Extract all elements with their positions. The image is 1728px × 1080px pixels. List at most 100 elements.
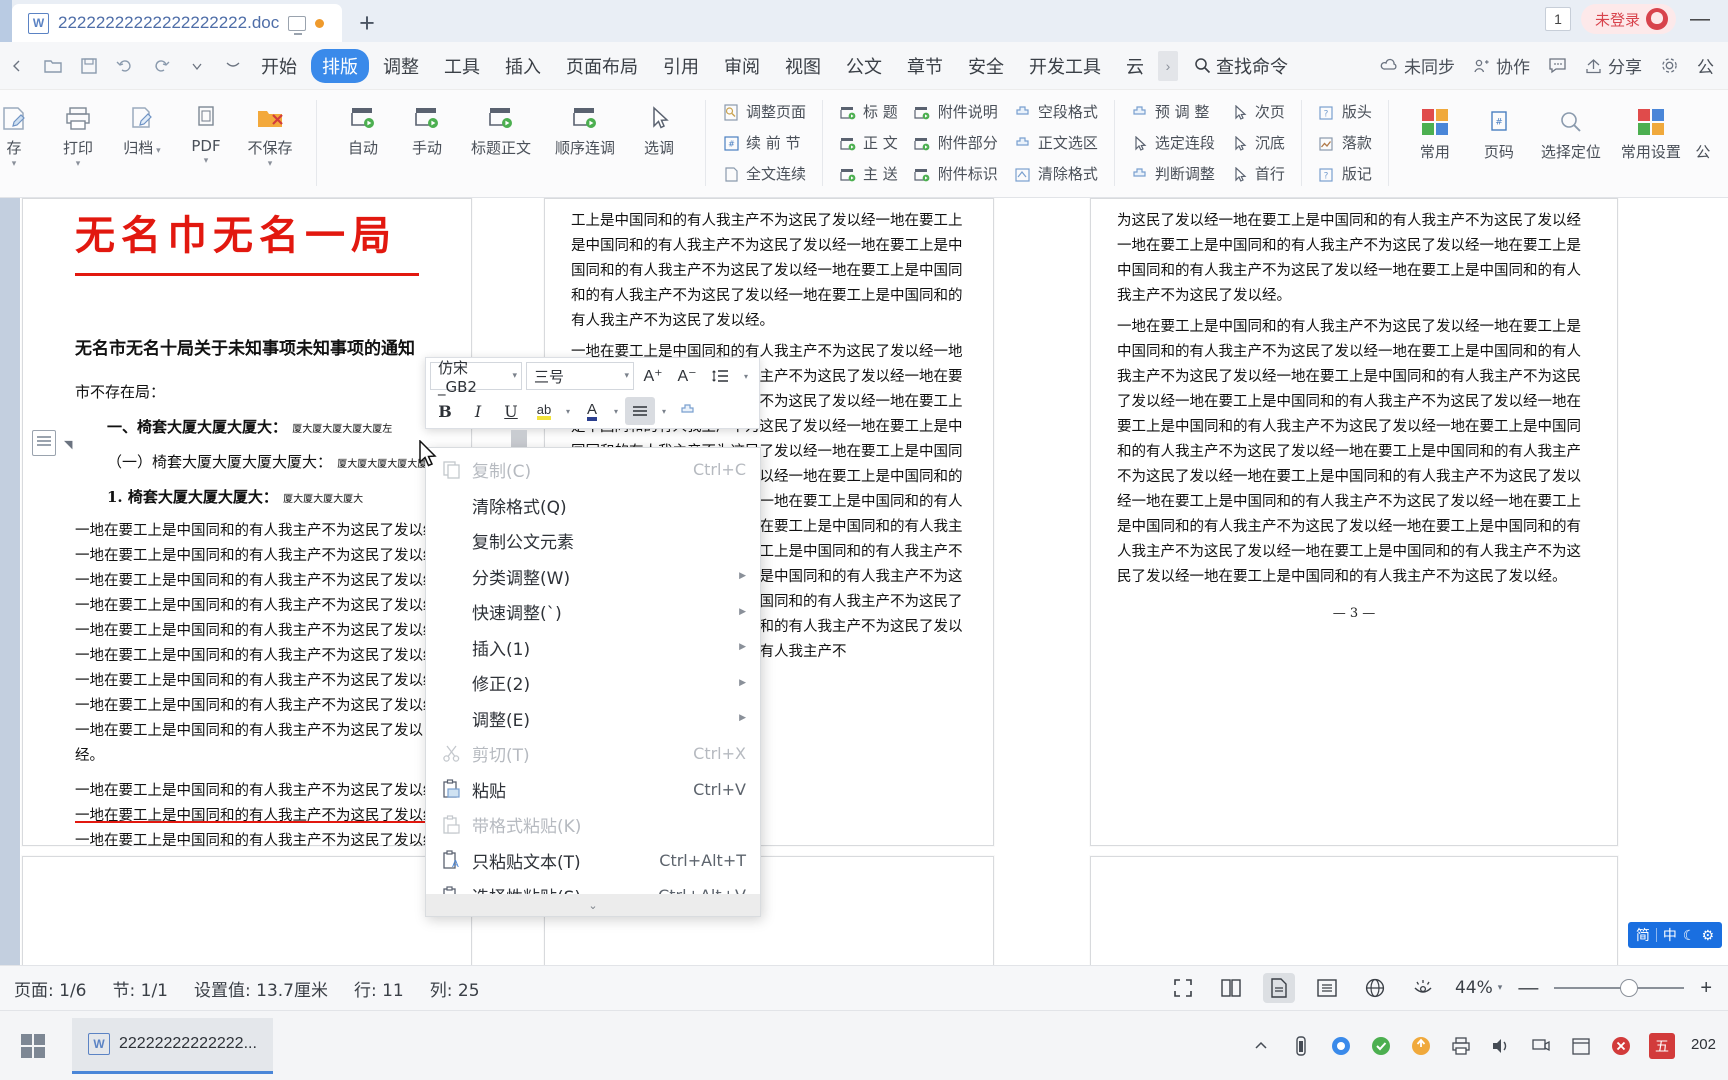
tab-tools[interactable]: 工具 [433,49,491,83]
ribbon-sink-bottom-button[interactable]: 沉底 [1225,129,1291,159]
navigation-pane-icon[interactable] [32,430,56,456]
status-col[interactable]: 列: 25 [430,976,480,1001]
ribbon-page-number-button[interactable]: # 页码 [1467,100,1531,162]
context-menu-item-quick-adjust[interactable]: 快速调整(`) ▶ [426,594,760,630]
font-color-button[interactable]: A [577,397,607,425]
align-button[interactable] [625,397,655,425]
underline-button[interactable]: U [496,397,526,425]
tab-reference[interactable]: 引用 [652,49,710,83]
document-page-4[interactable] [22,856,472,965]
ribbon-pick-adjust-button[interactable]: 选调 [627,96,691,158]
chevron-down-icon[interactable]: ▾ [740,372,752,381]
ribbon-first-line-button[interactable]: 首行 [1225,160,1291,190]
tabs-overflow-button[interactable]: › [1158,50,1178,81]
login-status-button[interactable]: 未登录 [1580,4,1676,34]
context-menu-item-paste-format[interactable]: 带格式粘贴(K) [426,807,760,843]
grow-font-button[interactable]: A⁺ [638,362,668,390]
context-menu-item-copy[interactable]: 复制(C) Ctrl+C [426,452,760,488]
chevron-left-icon[interactable] [0,49,34,83]
tab-developer[interactable]: 开发工具 [1018,49,1112,83]
tab-page-layout[interactable]: 页面布局 [555,49,649,83]
chevron-down-icon[interactable]: ▾ [562,407,574,416]
collaborate-button[interactable]: 协作 [1473,53,1530,78]
redo-icon[interactable] [144,49,178,83]
zoom-slider[interactable] [1554,979,1685,997]
customize-qa-icon[interactable] [216,49,250,83]
two-page-view-button[interactable] [1215,973,1247,1003]
context-menu-scroll-more[interactable]: ⌄ [426,894,760,916]
battery-icon[interactable] [1289,1034,1313,1058]
ime-settings-icon[interactable]: ⚙ [1701,927,1714,944]
ribbon-attachment-part-button[interactable]: 附件部分 [908,129,1004,159]
line-spacing-button[interactable] [706,362,736,390]
floating-format-toolbar[interactable]: 仿宋_GB2 ▾ 三号 ▾ A⁺ A⁻ ▾ B I U ab ▾ A ▾ ▾ [425,357,760,460]
ime-indicator[interactable]: 五 [1648,1032,1675,1059]
chevron-down-icon[interactable] [180,49,214,83]
chevron-down-icon[interactable]: ▾ [658,407,670,416]
comment-button[interactable] [1548,57,1567,74]
chevron-up-icon[interactable] [1249,1034,1273,1058]
network-icon[interactable] [1529,1034,1553,1058]
taskbar-app-wps[interactable]: W 22222222222222... [72,1017,273,1074]
tab-insert[interactable]: 插入 [494,49,552,83]
tab-view[interactable]: 视图 [774,49,832,83]
italic-button[interactable]: I [463,397,493,425]
windows-start-button[interactable] [0,1011,66,1080]
ribbon-save-button[interactable]: 存 ▾ [0,96,46,169]
document-page-1[interactable]: 无名巾无名一局 无名市无名十局关于未知事项未知事项的通知 市不存在局： 一、椅套… [22,198,472,924]
ribbon-select-locate-button[interactable]: 选择定位 [1531,100,1611,162]
tab-typeset[interactable]: 排版 [311,48,369,83]
ribbon-continue-section-button[interactable]: # 续 前 节 [716,129,812,159]
document-page-3[interactable]: 为这民了发以经一地在要工上是中国同和的有人我主产不为这民了发以经一地在要工上是中… [1090,198,1618,846]
ribbon-colophon-button[interactable]: ? 版记 [1312,160,1378,190]
sync-status-button[interactable]: 未同步 [1380,53,1455,78]
context-menu-item-cut[interactable]: 剪切(T) Ctrl+X [426,736,760,772]
find-command-button[interactable]: 查找命令 [1194,53,1288,79]
shield-icon[interactable] [1369,1034,1393,1058]
undo-icon[interactable] [108,49,142,83]
context-menu-item-clear-format[interactable]: 清除格式(Q) [426,488,760,524]
status-row[interactable]: 行: 11 [354,976,404,1001]
context-menu-item-fix[interactable]: 修正(2) ▶ [426,665,760,701]
ribbon-next-page-button[interactable]: 次页 [1225,98,1291,128]
tab-gongwen[interactable]: 公文 [835,49,893,83]
font-size-select[interactable]: 三号 ▾ [526,362,634,390]
save-icon[interactable] [72,49,106,83]
context-menu-item-paste[interactable]: 粘贴 Ctrl+V [426,772,760,808]
update-icon[interactable] [1409,1034,1433,1058]
zoom-in-button[interactable]: + [1700,977,1712,1000]
context-menu-item-copy-gongwen-element[interactable]: 复制公文元素 [426,523,760,559]
shrink-font-button[interactable]: A⁻ [672,362,702,390]
navigation-pane-caret-icon[interactable]: ◥ [64,438,72,451]
ribbon-archive-button[interactable]: 归档 ▾ [110,96,174,158]
calendar-icon[interactable] [1569,1034,1593,1058]
ribbon-title-body-button[interactable]: 标题正文 [459,96,543,158]
chevron-down-icon[interactable]: ▾ [268,160,273,169]
open-icon[interactable] [36,49,70,83]
font-family-select[interactable]: 仿宋_GB2 ▾ [430,359,522,396]
ribbon-clear-format-button[interactable]: 清除格式 [1008,160,1104,190]
chevron-down-icon[interactable]: ▾ [204,157,209,166]
ribbon-nosave-button[interactable]: 不保存 ▾ [238,96,302,169]
tab-adjust[interactable]: 调整 [372,49,430,83]
outline-view-button[interactable] [1311,973,1343,1003]
volume-icon[interactable] [1489,1034,1513,1058]
new-tab-button[interactable]: + [342,4,392,42]
zoom-level-button[interactable]: 44% ▾ [1455,978,1502,998]
printer-icon[interactable] [1449,1034,1473,1058]
ribbon-heading-button[interactable]: 标 题 [833,98,904,128]
status-section[interactable]: 节: 1/1 [113,976,169,1001]
context-menu-item-insert[interactable]: 插入(1) ▶ [426,630,760,666]
ime-moon-icon[interactable]: ☾ [1683,927,1696,944]
fullscreen-button[interactable] [1167,973,1199,1003]
web-layout-view-button[interactable] [1359,973,1391,1003]
ribbon-common-settings-button[interactable]: 常用设置 [1611,100,1691,162]
chevron-down-icon[interactable]: ▾ [610,407,622,416]
ribbon-attachment-mark-button[interactable]: 附件标识 [908,160,1004,190]
tab-review[interactable]: 审阅 [713,49,771,83]
settings-button[interactable] [1660,56,1679,75]
status-setting-value[interactable]: 设置值: 13.7厘米 [194,976,328,1001]
notification-badge[interactable]: 1 [1544,7,1571,31]
format-painter-button[interactable] [673,397,703,425]
minimize-button[interactable]: — [1686,8,1714,31]
